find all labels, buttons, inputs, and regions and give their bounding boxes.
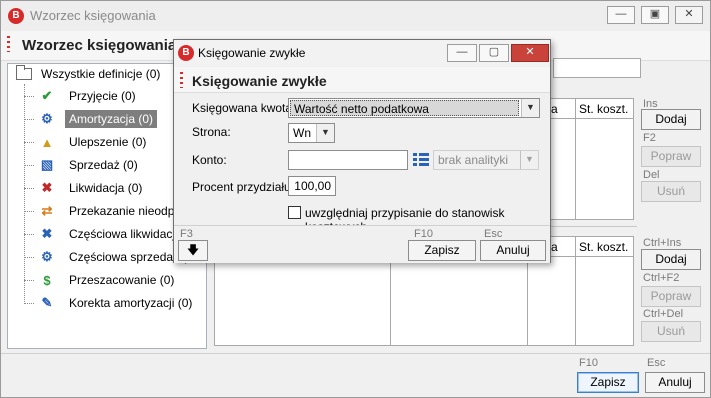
dialog-minimize-button[interactable]: — xyxy=(447,44,477,62)
app-logo-icon: B xyxy=(8,8,24,24)
ctrl-f2-shortcut: Ctrl+F2 xyxy=(643,272,680,284)
tree-item-ulepszenie[interactable]: ▲ Ulepszenie (0) xyxy=(24,132,150,152)
grid-top-col-cost: St. koszt. xyxy=(579,102,629,116)
grid-bottom-col-cost: St. koszt. xyxy=(579,240,629,254)
search-input[interactable] xyxy=(553,58,641,78)
main-footer: F10 Zapisz Esc Anuluj xyxy=(1,353,710,397)
delete-button[interactable]: Usuń xyxy=(641,181,701,202)
amortization-correction-icon: ✎ xyxy=(41,295,53,310)
tree-item-amortyzacja[interactable]: ⚙ Amortyzacja (0) xyxy=(24,109,158,129)
check-icon: ✔ xyxy=(41,88,53,103)
analytics-value: brak analityki xyxy=(438,153,509,167)
tree-root-label: Wszystkie definicje (0) xyxy=(41,67,161,81)
add-button[interactable]: Dodaj xyxy=(641,109,701,130)
dialog-save-shortcut: F10 xyxy=(414,228,433,240)
tree-item-likwidacja[interactable]: ✖ Likwidacja (0) xyxy=(24,178,146,198)
ctrl-ins-shortcut: Ctrl+Ins xyxy=(643,237,682,249)
account-input[interactable] xyxy=(288,150,408,170)
tree-item-czesciowa-likwidacja[interactable]: ✖ Częściowa likwidacja xyxy=(24,224,186,244)
percent-label: Procent przydziału: xyxy=(192,180,295,194)
f3-shortcut: F3 xyxy=(180,228,193,240)
dialog-footer: F3 🡇 F10 Zapisz Esc Anuluj xyxy=(174,225,550,263)
partial-sale-icon: ⚙ xyxy=(41,249,53,264)
tree-item-przekazanie[interactable]: ⇄ Przekazanie nieodpła xyxy=(24,201,188,221)
tree-item-czesciowa-sprzedaz[interactable]: ⚙ Częściowa sprzedaż (0 xyxy=(24,247,197,267)
chevron-down-icon[interactable]: ▼ xyxy=(520,151,538,169)
dialog-heading: Księgowanie zwykłe xyxy=(192,73,327,89)
cancel-shortcut: Esc xyxy=(647,357,666,369)
close-button[interactable]: ✕ xyxy=(675,6,703,24)
dialog-cancel-button[interactable]: Anuluj xyxy=(480,240,546,261)
side-label: Strona: xyxy=(192,125,231,139)
side-value: Wn xyxy=(293,126,311,140)
dialog-header-accent xyxy=(180,72,183,88)
folder-icon xyxy=(16,65,32,80)
improvement-icon: ▲ xyxy=(40,134,54,150)
dialog-cancel-shortcut: Esc xyxy=(484,228,503,240)
revaluation-icon: $ xyxy=(43,272,51,288)
cancel-button[interactable]: Anuluj xyxy=(645,372,705,393)
tree-item-przeszacowanie[interactable]: $ Przeszacowanie (0) xyxy=(24,270,178,290)
dialog-title: Księgowanie zwykłe xyxy=(198,46,306,60)
chevron-down-icon[interactable]: ▼ xyxy=(316,124,334,142)
header-accent xyxy=(7,36,10,52)
tree-item-przyjecie[interactable]: ✔ Przyjęcie (0) xyxy=(24,86,140,106)
dialog-header: Księgowanie zwykłe xyxy=(174,67,550,93)
account-label: Konto: xyxy=(192,153,227,167)
side-select[interactable]: Wn ▼ xyxy=(288,123,335,143)
amount-label: Księgowana kwota: xyxy=(192,101,296,115)
maximize-button[interactable]: ▣ xyxy=(641,6,669,24)
edit-button[interactable]: Popraw xyxy=(641,146,701,167)
list-picker-icon[interactable] xyxy=(413,152,429,166)
delete-bottom-button[interactable]: Usuń xyxy=(641,321,701,342)
f2-shortcut: F2 xyxy=(643,132,656,144)
liquidation-icon: ✖ xyxy=(41,180,53,195)
page-title: Wzorzec księgowania xyxy=(22,37,177,54)
tree-item-sprzedaz[interactable]: ▧ Sprzedaż (0) xyxy=(24,155,142,175)
window-title: Wzorzec księgowania xyxy=(30,8,156,23)
ctrl-del-shortcut: Ctrl+Del xyxy=(643,308,684,320)
amount-value: Wartość netto podatkowa xyxy=(290,100,519,116)
sale-icon: ▧ xyxy=(40,157,54,172)
dialog-titlebar: B Księgowanie zwykłe — ▢ ✕ xyxy=(174,40,550,66)
cost-center-checkbox[interactable] xyxy=(288,206,301,219)
tree-item-korekta-amortyzacji[interactable]: ✎ Korekta amortyzacji (0) xyxy=(24,293,196,313)
main-titlebar: B Wzorzec księgowania — ▣ ✕ xyxy=(1,1,710,31)
amount-select[interactable]: Wartość netto podatkowa ▼ xyxy=(288,98,540,118)
save-button[interactable]: Zapisz xyxy=(577,372,639,393)
dialog-close-button[interactable]: ✕ xyxy=(511,44,549,62)
edit-bottom-button[interactable]: Popraw xyxy=(641,286,701,307)
percent-input[interactable]: 100,00 xyxy=(288,176,336,196)
dialog-logo-icon: B xyxy=(178,45,194,61)
dialog-save-button[interactable]: Zapisz xyxy=(408,240,476,261)
save-shortcut: F10 xyxy=(579,357,598,369)
chevron-down-icon[interactable]: ▼ xyxy=(521,99,539,117)
partial-liquidation-icon: ✖ xyxy=(41,226,53,241)
arrow-down-icon[interactable]: 🡇 xyxy=(178,240,208,261)
add-bottom-button[interactable]: Dodaj xyxy=(641,249,701,270)
dialog-maximize-button[interactable]: ▢ xyxy=(479,44,509,62)
amortization-icon: ⚙ xyxy=(41,111,53,126)
posting-dialog: B Księgowanie zwykłe — ▢ ✕ Księgowanie z… xyxy=(173,39,551,263)
analytics-select[interactable]: brak analityki ▼ xyxy=(433,150,539,170)
tree-root[interactable]: Wszystkie definicje (0) xyxy=(16,65,161,81)
transfer-icon: ⇄ xyxy=(41,203,53,218)
minimize-button[interactable]: — xyxy=(607,6,635,24)
del-shortcut: Del xyxy=(643,169,660,181)
